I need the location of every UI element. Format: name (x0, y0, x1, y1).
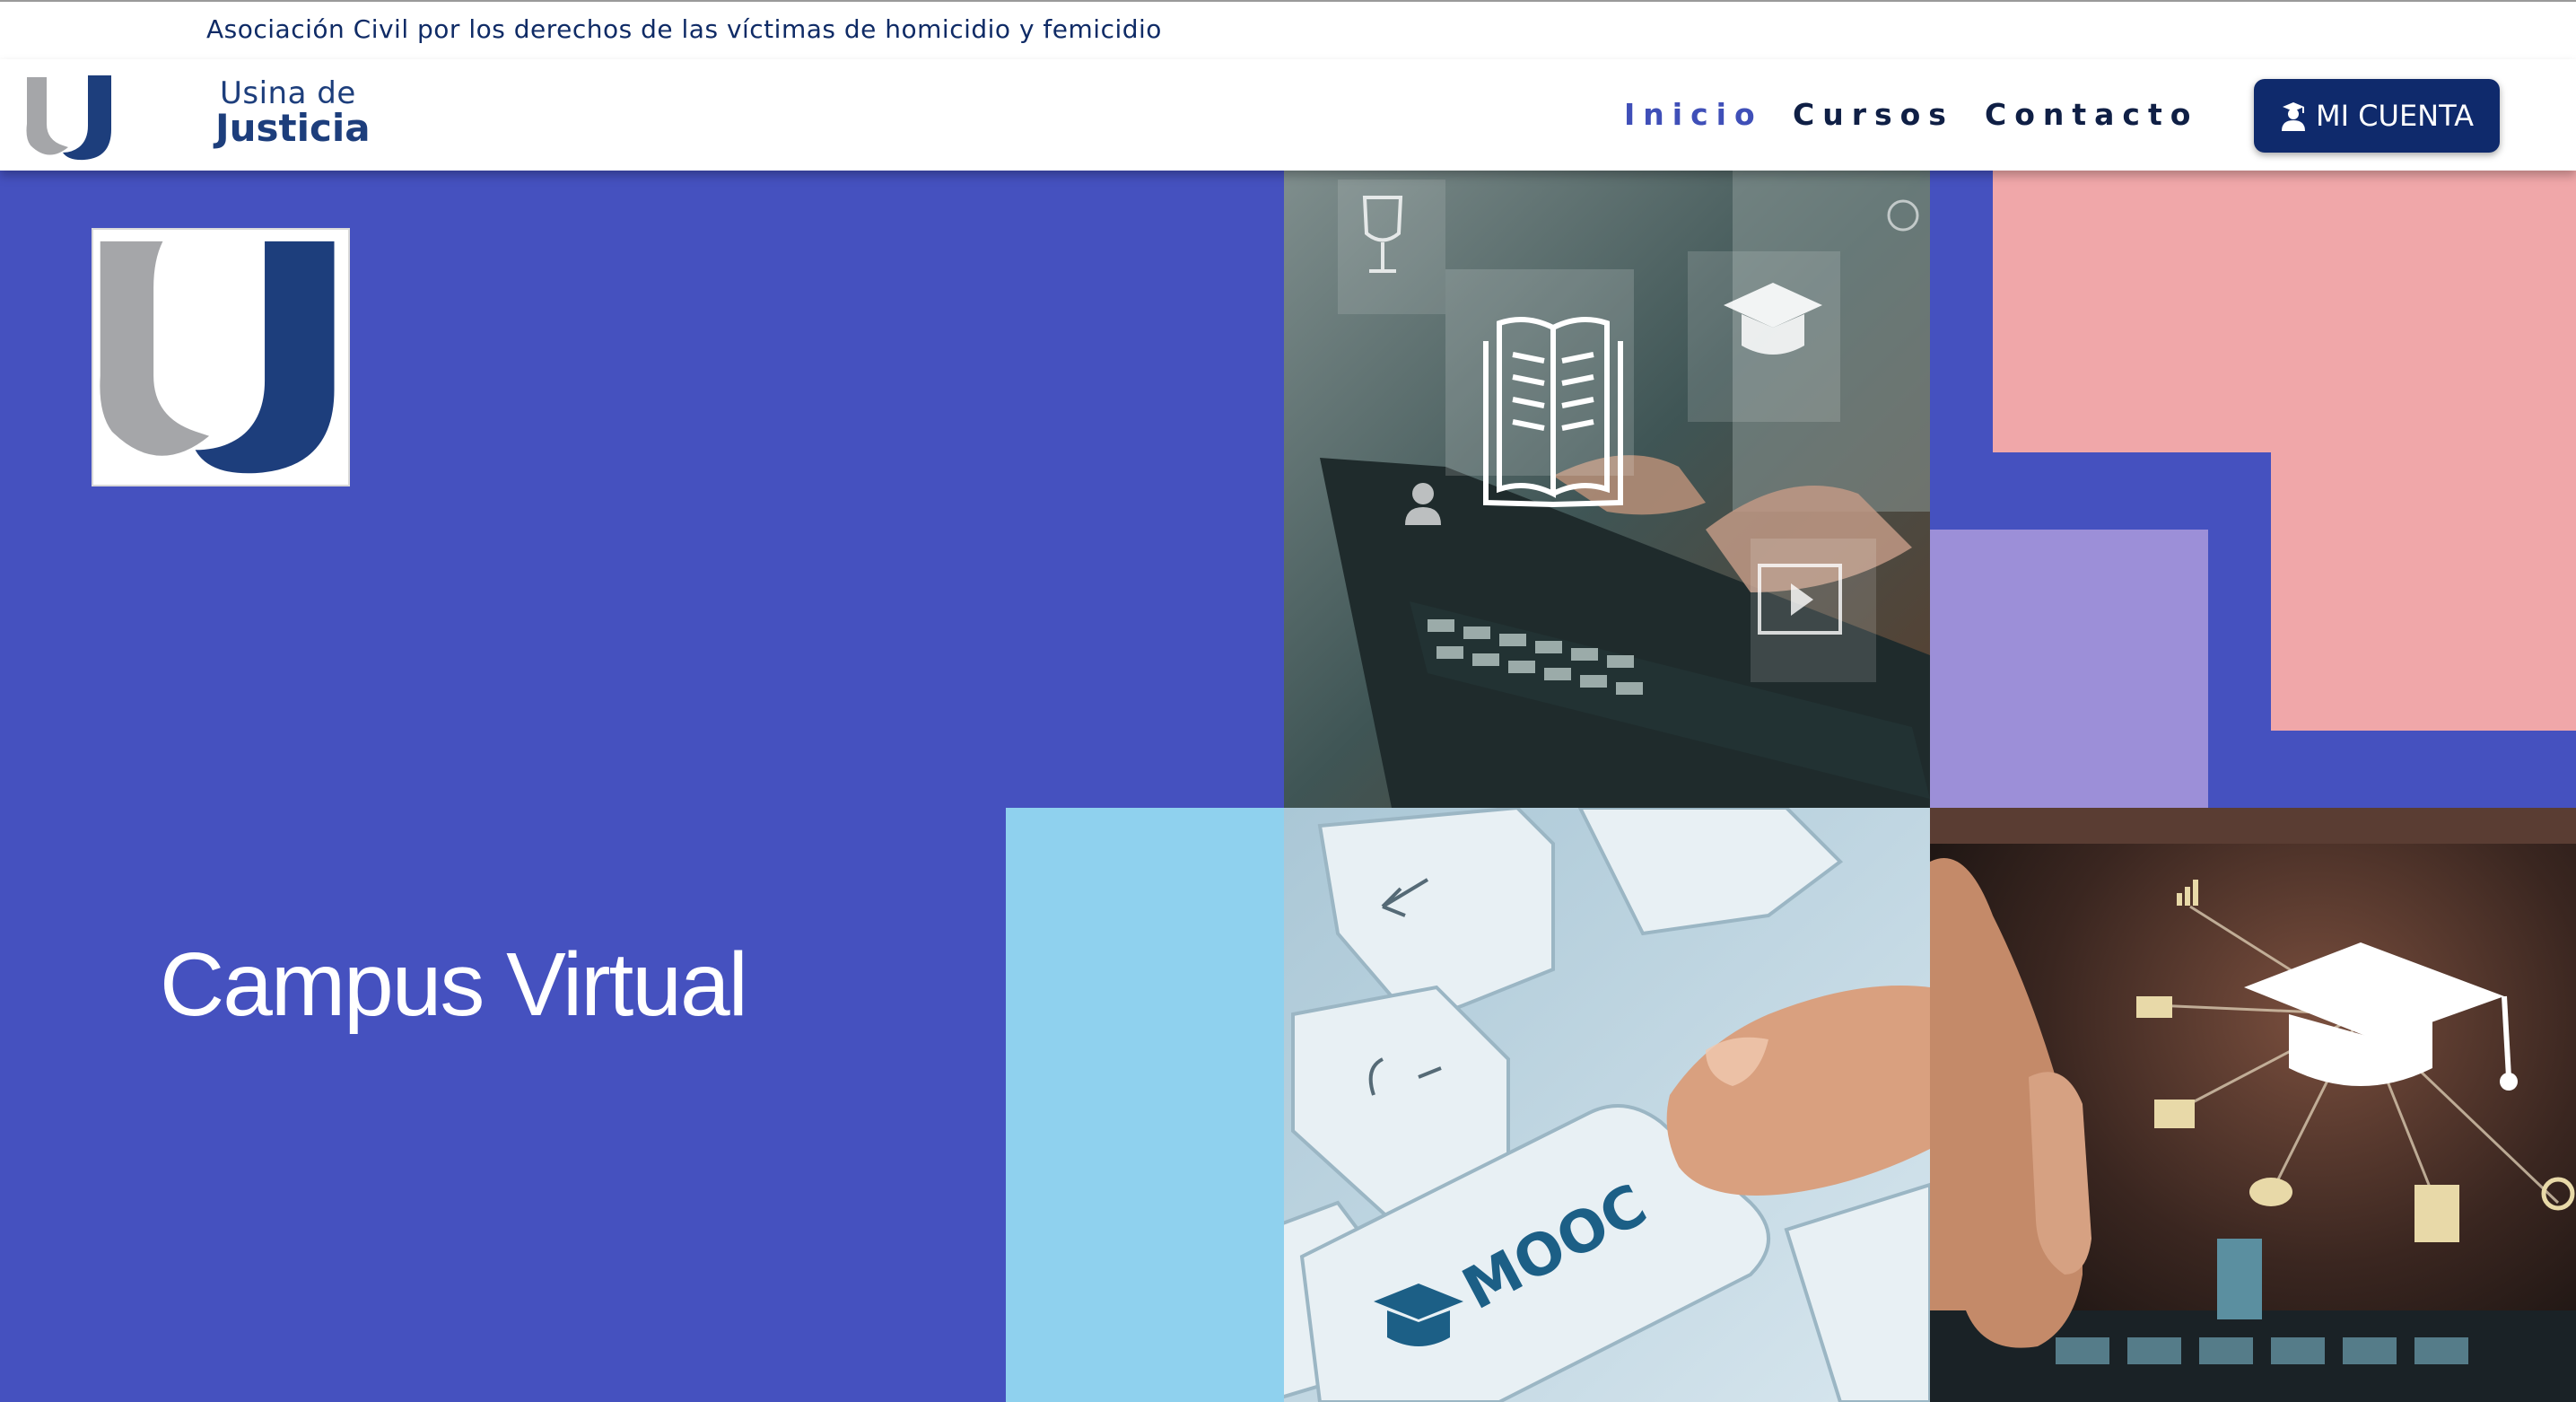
brand-line-2: Justicia (215, 106, 371, 150)
hero-title: Campus Virtual (160, 934, 748, 1035)
usina-hero-logo-icon (100, 241, 335, 474)
pink-block-right (2271, 452, 2576, 731)
my-account-label: MI CUENTA (2315, 99, 2475, 133)
mooc-keyboard-photo: MOOC (1284, 808, 1930, 1402)
pink-block-top (1993, 171, 2576, 452)
nav-inicio[interactable]: Inicio (1624, 97, 1763, 132)
lavender-block (1930, 530, 2208, 808)
hero-logo-box (92, 228, 350, 486)
nav-contacto[interactable]: Contacto (1985, 97, 2198, 132)
student-graduate-icon (2281, 102, 2305, 131)
nav-cursos[interactable]: Cursos (1793, 97, 1954, 132)
light-blue-block (1006, 808, 1284, 1402)
site-header: Usina de Justicia Inicio Cursos Contacto… (0, 59, 2576, 171)
laptop-learning-icons-photo (1284, 171, 1930, 808)
graduation-cap-network-photo (1930, 808, 2576, 1402)
top-info-bar: Asociación Civil por los derechos de las… (0, 0, 2576, 59)
home-logo-link[interactable]: Usina de Justicia (0, 59, 377, 171)
my-account-button[interactable]: MI CUENTA (2254, 79, 2500, 153)
usina-logo-icon (26, 75, 111, 161)
association-tagline: Asociación Civil por los derechos de las… (206, 14, 1162, 44)
